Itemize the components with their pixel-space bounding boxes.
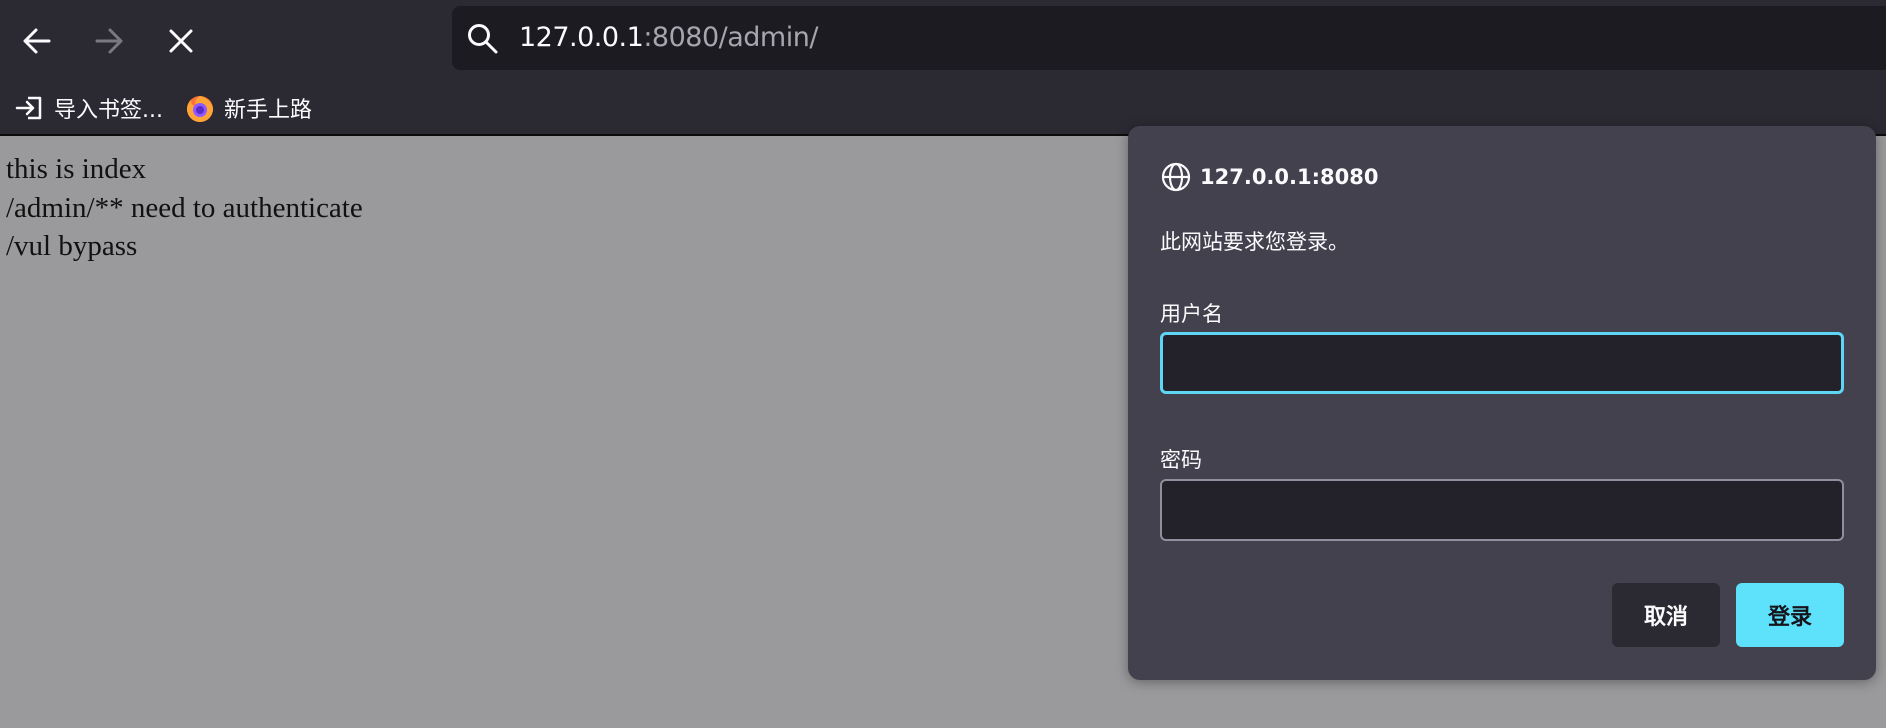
firefox-icon [187,96,213,122]
back-button[interactable] [14,18,60,64]
globe-icon [1161,162,1191,192]
password-label: 密码 [1160,448,1202,472]
auth-dialog: 127.0.0.1:8080 此网站要求您登录。 用户名 密码 取消 登录 [1128,126,1876,680]
cancel-button[interactable]: 取消 [1612,583,1720,647]
origin-text: 127.0.0.1:8080 [1200,165,1379,189]
page-line: /vul bypass [6,230,138,262]
url-host: 127.0.0.1 [519,22,644,53]
bookmark-label: 导入书签... [54,98,163,123]
bookmark-import[interactable]: 导入书签... [14,90,163,126]
password-field[interactable] [1160,479,1844,541]
bookmark-getting-started[interactable]: 新手上路 [184,90,312,126]
login-button[interactable]: 登录 [1736,583,1844,647]
page-line: /admin/** need to authenticate [6,191,363,224]
url-text[interactable]: 127.0.0.1:8080/admin/ [519,21,818,55]
page-content: this is index /admin/** need to authenti… [6,150,363,266]
username-field[interactable] [1160,332,1844,394]
address-bar[interactable]: 127.0.0.1:8080/admin/ [452,6,1886,70]
dialog-message: 此网站要求您登录。 [1160,230,1349,254]
navigation-toolbar: 127.0.0.1:8080/admin/ [0,0,1886,78]
close-icon [169,29,193,53]
url-path: :8080/admin/ [643,22,818,53]
dialog-origin: 127.0.0.1:8080 [1160,160,1378,194]
username-label: 用户名 [1160,302,1223,326]
bookmark-label: 新手上路 [224,98,313,123]
arrow-left-icon [23,28,51,54]
search-icon [468,24,498,54]
import-icon [15,96,42,120]
arrow-right-icon [95,28,123,54]
stop-button[interactable] [158,18,204,64]
page-line: this is index [6,153,147,185]
forward-button[interactable] [86,18,132,64]
